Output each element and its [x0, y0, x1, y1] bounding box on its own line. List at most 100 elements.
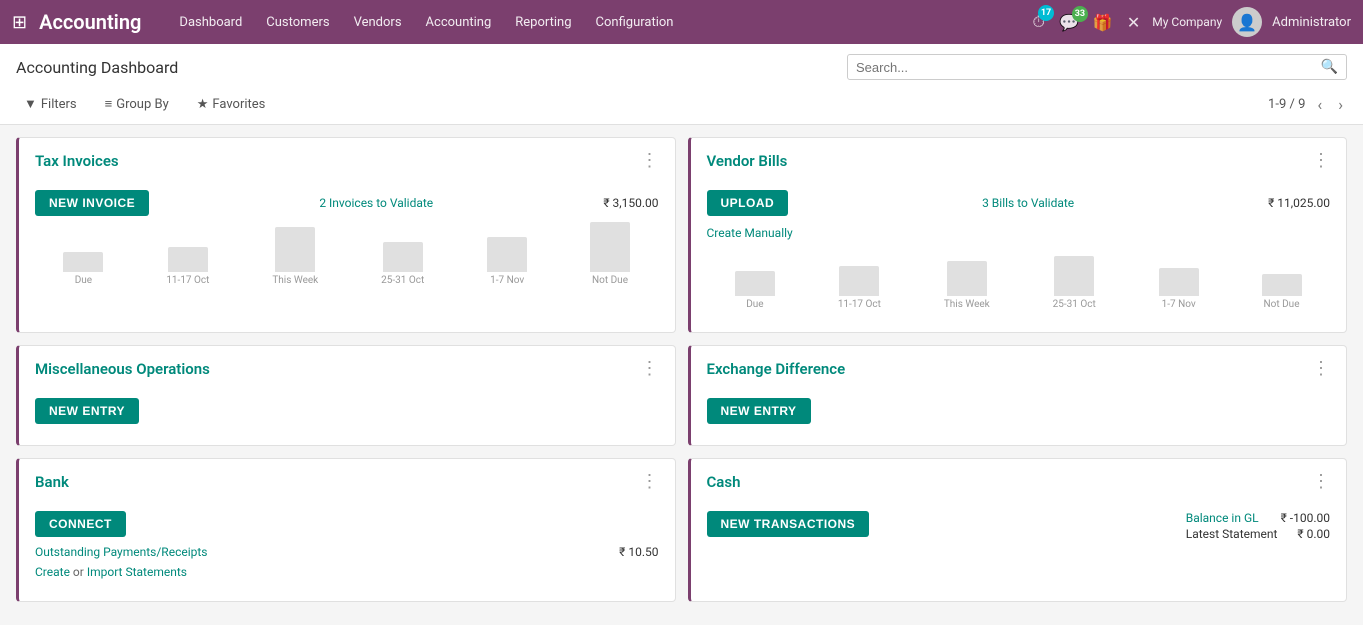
- vendor-bills-card: Vendor Bills ⋮ UPLOAD 3 Bills to Validat…: [688, 137, 1348, 333]
- vendor-bills-chart: Due 11-17 Oct This Week 25-31 Oct 1-7 Nov Not…: [707, 250, 1331, 310]
- chart-label: 1-7 Nov: [490, 275, 524, 286]
- chart-column: This Week: [944, 261, 990, 310]
- import-link[interactable]: Import Statements: [87, 565, 187, 579]
- cash-menu-btn[interactable]: ⋮: [1312, 473, 1330, 491]
- tax-invoices-title: Tax Invoices: [35, 152, 119, 170]
- filters-btn[interactable]: ▼ Filters: [16, 92, 85, 116]
- vendor-bills-title: Vendor Bills: [707, 152, 788, 170]
- admin-name[interactable]: Administrator: [1272, 15, 1351, 30]
- search-bar: 🔍: [847, 54, 1347, 80]
- chart-bar: [947, 261, 987, 296]
- bank-card: Bank ⋮ CONNECT Outstanding Payments/Rece…: [16, 458, 676, 602]
- subheader: Accounting Dashboard 🔍 ▼ Filters ≡ Group…: [0, 44, 1363, 125]
- balance-gl-label[interactable]: Balance in GL: [1186, 511, 1259, 525]
- outstanding-link[interactable]: Outstanding Payments/Receipts: [35, 545, 207, 559]
- groupby-label: Group By: [116, 97, 169, 112]
- menu-customers[interactable]: Customers: [256, 9, 339, 36]
- groupby-btn[interactable]: ≡ Group By: [97, 92, 177, 116]
- chart-bar: [383, 242, 423, 272]
- latest-statement-row: Latest Statement ₹ 0.00: [1186, 527, 1330, 541]
- chart-column: This Week: [272, 227, 318, 286]
- vendor-bills-validate-link[interactable]: 3 Bills to Validate: [982, 196, 1074, 210]
- chart-bar: [1262, 274, 1302, 296]
- bank-title: Bank: [35, 473, 69, 491]
- tax-invoices-meta: NEW INVOICE 2 Invoices to Validate ₹ 3,1…: [35, 190, 659, 216]
- close-icon-btn[interactable]: ✕: [1125, 11, 1142, 34]
- chart-bar: [735, 271, 775, 296]
- new-invoice-btn[interactable]: NEW INVOICE: [35, 190, 149, 216]
- chart-column: Due: [735, 271, 775, 310]
- cash-title: Cash: [707, 473, 741, 491]
- chart-label: This Week: [944, 299, 990, 310]
- misc-operations-header: Miscellaneous Operations ⋮: [35, 360, 659, 388]
- tax-invoices-validate-link[interactable]: 2 Invoices to Validate: [319, 196, 433, 210]
- menu-reporting[interactable]: Reporting: [505, 9, 581, 36]
- groupby-icon: ≡: [105, 96, 113, 112]
- company-name[interactable]: My Company: [1152, 15, 1222, 29]
- tax-invoices-header: Tax Invoices ⋮: [35, 152, 659, 180]
- menu-accounting[interactable]: Accounting: [416, 9, 502, 36]
- latest-statement-amount: ₹ 0.00: [1297, 527, 1330, 541]
- chart-column: 1-7 Nov: [1159, 268, 1199, 310]
- exchange-difference-menu-btn[interactable]: ⋮: [1312, 360, 1330, 378]
- new-transactions-btn[interactable]: NEW TRANSACTIONS: [707, 511, 870, 537]
- chart-label: Not Due: [1264, 299, 1300, 310]
- pagination-text: 1-9 / 9: [1268, 97, 1305, 112]
- gift-icon-btn[interactable]: 🎁: [1091, 11, 1115, 34]
- chart-bar: [839, 266, 879, 296]
- balance-gl-row: Balance in GL ₹ -100.00: [1186, 511, 1330, 525]
- exchange-difference-title: Exchange Difference: [707, 360, 846, 378]
- latest-statement-label: Latest Statement: [1186, 527, 1278, 541]
- bank-inline-info: Outstanding Payments/Receipts ₹ 10.50: [35, 545, 659, 559]
- vendor-bills-meta: UPLOAD 3 Bills to Validate ₹ 11,025.00: [707, 190, 1331, 216]
- filters-label: Filters: [41, 97, 77, 112]
- chart-label: This Week: [272, 275, 318, 286]
- search-input[interactable]: [856, 60, 1321, 75]
- misc-operations-title: Miscellaneous Operations: [35, 360, 210, 378]
- prev-page-btn[interactable]: ‹: [1313, 93, 1326, 116]
- toolbar-right: 1-9 / 9 ‹ ›: [1268, 93, 1347, 116]
- upload-btn[interactable]: UPLOAD: [707, 190, 789, 216]
- chart-label: 25-31 Oct: [1053, 299, 1096, 310]
- exchange-new-entry-btn[interactable]: NEW ENTRY: [707, 398, 811, 424]
- tax-invoices-menu-btn[interactable]: ⋮: [641, 152, 659, 170]
- page-title: Accounting Dashboard: [16, 58, 178, 77]
- app-logo: Accounting: [39, 10, 141, 34]
- misc-operations-menu-btn[interactable]: ⋮: [641, 360, 659, 378]
- favorites-btn[interactable]: ★ Favorites: [189, 92, 274, 116]
- page-wrapper: ⊞ Accounting Dashboard Customers Vendors…: [0, 0, 1363, 625]
- chart-label: 1-7 Nov: [1162, 299, 1196, 310]
- chart-column: 11-17 Oct: [166, 247, 209, 286]
- message-badge: 33: [1072, 6, 1088, 22]
- bank-header: Bank ⋮: [35, 473, 659, 501]
- chart-column: 11-17 Oct: [838, 266, 881, 310]
- create-manually-link[interactable]: Create Manually: [707, 226, 1331, 240]
- chart-column: Not Due: [590, 222, 630, 286]
- menu-configuration[interactable]: Configuration: [586, 9, 684, 36]
- activity-icon-btn[interactable]: ⏱ 17: [1031, 10, 1047, 34]
- toolbar-left: ▼ Filters ≡ Group By ★ Favorites: [16, 92, 273, 116]
- top-navigation: ⊞ Accounting Dashboard Customers Vendors…: [0, 0, 1363, 44]
- bank-menu-btn[interactable]: ⋮: [641, 473, 659, 491]
- chart-bar: [487, 237, 527, 272]
- chart-bar: [590, 222, 630, 272]
- menu-vendors[interactable]: Vendors: [344, 9, 412, 36]
- create-link[interactable]: Create: [35, 565, 70, 579]
- misc-new-entry-section: NEW ENTRY: [35, 398, 659, 424]
- cash-card: Cash ⋮ NEW TRANSACTIONS Balance in GL ₹ …: [688, 458, 1348, 602]
- exchange-difference-card: Exchange Difference ⋮ NEW ENTRY: [688, 345, 1348, 447]
- chart-label: Not Due: [592, 275, 628, 286]
- misc-new-entry-btn[interactable]: NEW ENTRY: [35, 398, 139, 424]
- vendor-bills-menu-btn[interactable]: ⋮: [1312, 152, 1330, 170]
- create-import-text: Create or Import Statements: [35, 565, 659, 579]
- main-content: Tax Invoices ⋮ NEW INVOICE 2 Invoices to…: [0, 125, 1363, 614]
- next-page-btn[interactable]: ›: [1334, 93, 1347, 116]
- balance-section: Balance in GL ₹ -100.00 Latest Statement…: [1186, 511, 1330, 543]
- vendor-bills-header: Vendor Bills ⋮: [707, 152, 1331, 180]
- menu-dashboard[interactable]: Dashboard: [169, 9, 252, 36]
- toolbar: ▼ Filters ≡ Group By ★ Favorites 1-9 / 9…: [0, 86, 1363, 124]
- message-icon-btn[interactable]: 💬 33: [1057, 11, 1081, 34]
- avatar[interactable]: 👤: [1232, 7, 1262, 37]
- connect-btn[interactable]: CONNECT: [35, 511, 126, 537]
- grid-icon[interactable]: ⊞: [12, 12, 27, 33]
